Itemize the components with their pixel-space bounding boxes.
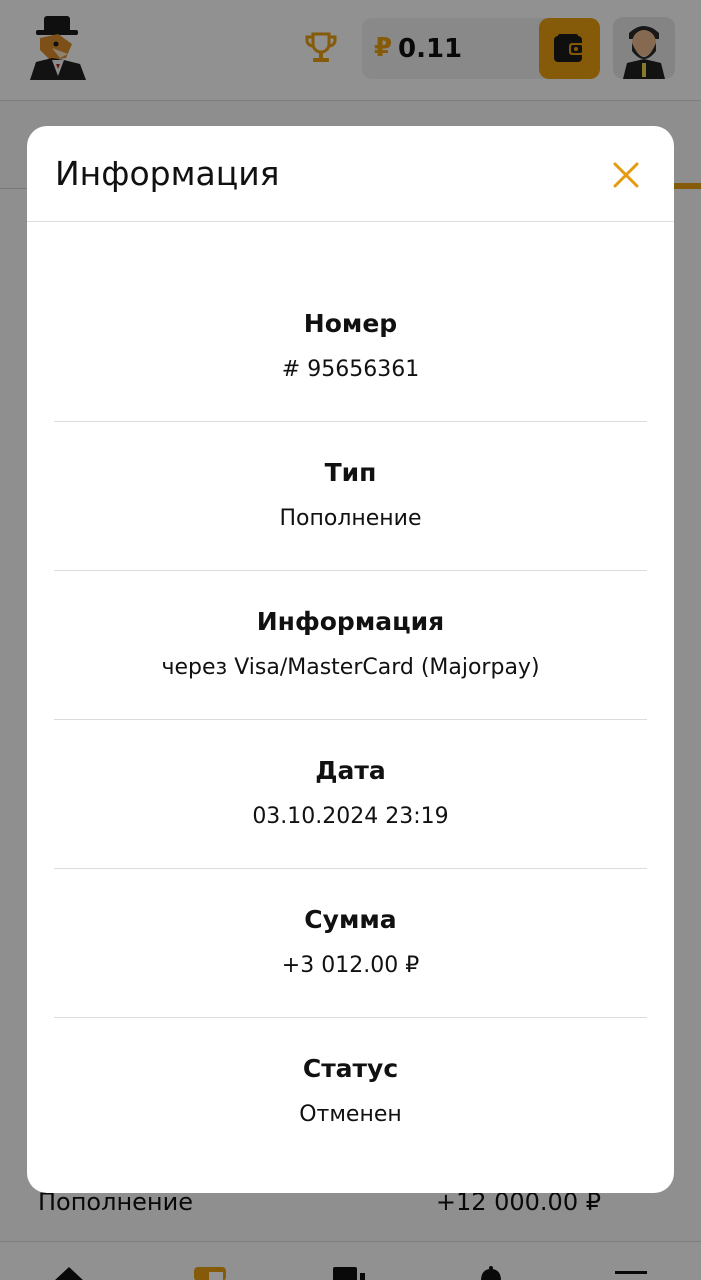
type-label: Тип xyxy=(324,458,377,487)
close-button[interactable] xyxy=(607,156,645,194)
info-row-details: Информация через Visa/MasterCard (Majorp… xyxy=(54,571,647,720)
close-icon xyxy=(613,162,639,188)
date-value: 03.10.2024 23:19 xyxy=(252,804,449,829)
info-row-number: Номер # 95656361 xyxy=(54,222,647,422)
info-row-date: Дата 03.10.2024 23:19 xyxy=(54,720,647,869)
status-label: Статус xyxy=(302,1054,399,1083)
info-row-amount: Сумма +3 012.00 ₽ xyxy=(54,869,647,1018)
number-value: # 95656361 xyxy=(281,357,420,382)
info-row-status: Статус Отменен xyxy=(54,1018,647,1167)
info-row-type: Тип Пополнение xyxy=(54,422,647,571)
transaction-info-modal: Информация Номер # 95656361 Тип Пополнен… xyxy=(27,126,674,1193)
number-label: Номер xyxy=(303,309,398,338)
modal-title: Информация xyxy=(55,154,280,193)
info-list: Номер # 95656361 Тип Пополнение Информац… xyxy=(54,222,647,1167)
date-label: Дата xyxy=(315,756,386,785)
status-value: Отменен xyxy=(299,1102,402,1127)
details-value: через Visa/MasterCard (Majorpay) xyxy=(161,655,540,680)
modal-header: Информация xyxy=(27,126,674,222)
amount-label: Сумма xyxy=(304,905,397,934)
details-label: Информация xyxy=(256,607,445,636)
amount-value: +3 012.00 ₽ xyxy=(281,953,420,978)
type-value: Пополнение xyxy=(279,506,422,531)
